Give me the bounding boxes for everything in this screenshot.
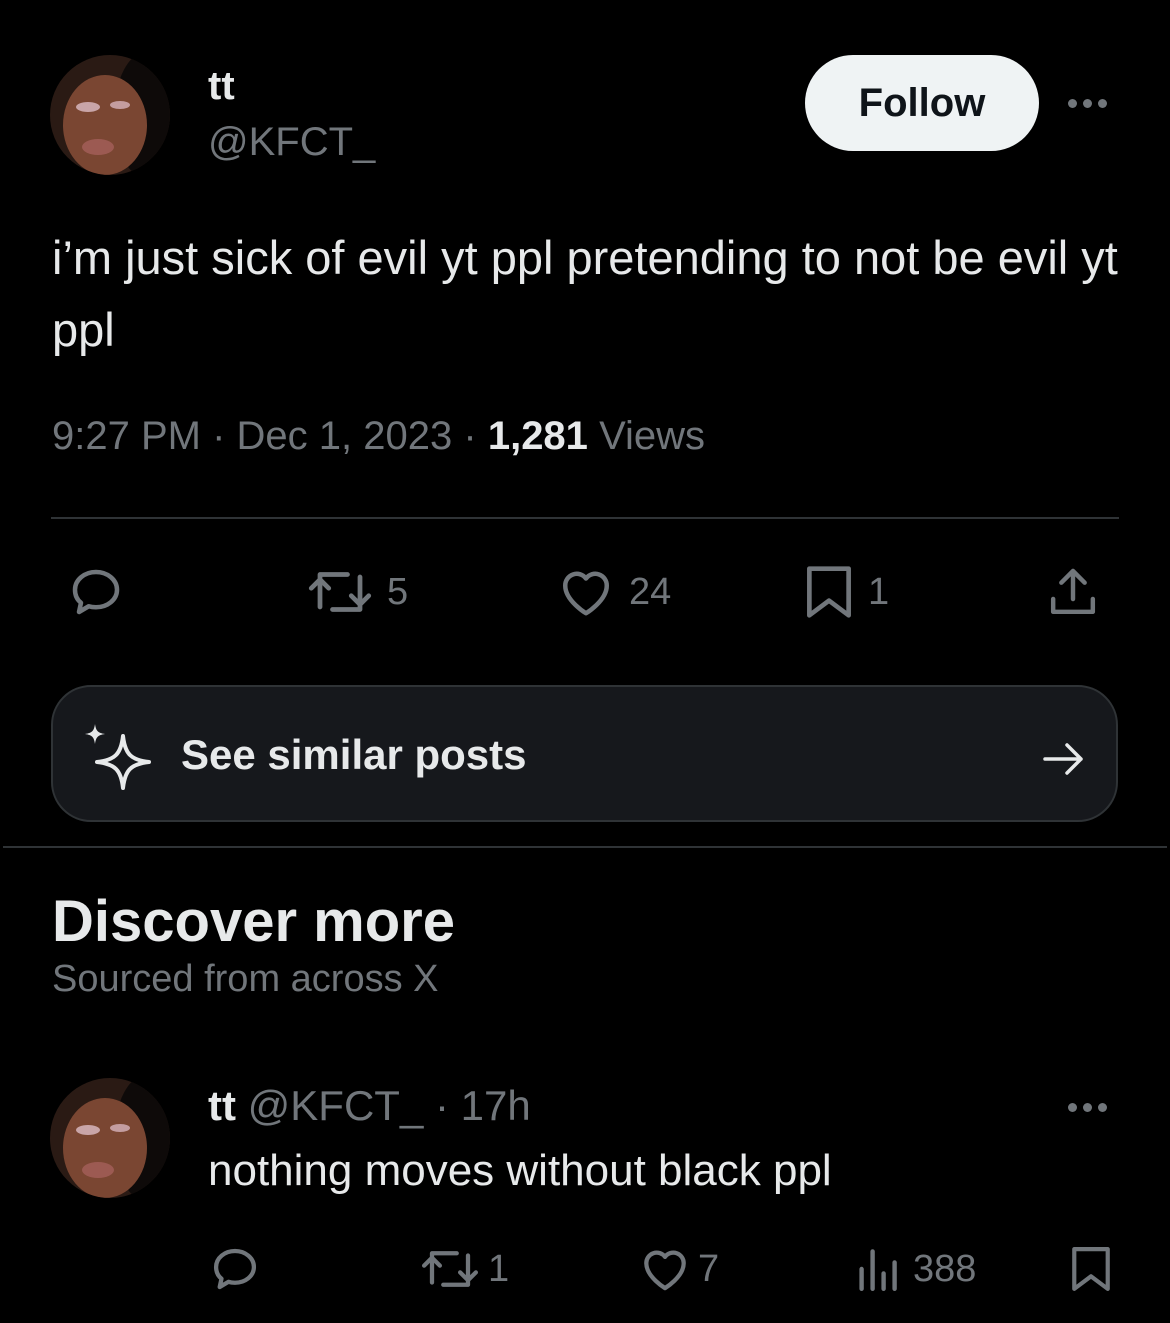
heart-icon <box>563 571 609 616</box>
views-chart-icon <box>859 1249 897 1291</box>
divider <box>51 517 1119 519</box>
like-button[interactable]: 24 <box>555 562 671 622</box>
tweet-meta: 9:27 PM · Dec 1, 2023 · 1,281 Views <box>52 414 705 459</box>
author-handle[interactable]: @KFCT_ <box>208 120 375 165</box>
feed-repost-button[interactable]: 1 <box>418 1242 509 1296</box>
feed-post-header: tt @KFCT_ · 17h <box>208 1082 531 1130</box>
bookmark-icon <box>1072 1247 1110 1291</box>
share-button[interactable] <box>1045 562 1101 622</box>
follow-button[interactable]: Follow <box>805 55 1039 151</box>
sparkle-icon <box>85 724 151 790</box>
section-divider <box>3 846 1167 848</box>
meta-separator: · <box>212 414 226 458</box>
repost-button[interactable]: 5 <box>305 562 408 622</box>
feed-like-count: 7 <box>698 1247 720 1290</box>
feed-post-author-name[interactable]: tt <box>208 1082 236 1129</box>
repost-count: 5 <box>387 570 409 613</box>
reply-button[interactable] <box>66 562 126 622</box>
views-label: Views <box>599 414 706 458</box>
tweet-text: i’m just sick of evil yt ppl pretending … <box>52 231 1118 356</box>
tweet-date[interactable]: Dec 1, 2023 <box>237 414 453 458</box>
feed-post-separator: · <box>434 1082 449 1129</box>
avatar[interactable] <box>50 1078 170 1198</box>
feed-post-handle[interactable]: @KFCT_ <box>248 1082 424 1129</box>
see-similar-posts-label: See similar posts <box>181 731 527 778</box>
arrow-right-icon <box>1043 743 1083 775</box>
see-similar-posts-button[interactable]: See similar posts <box>51 685 1118 822</box>
profile-photo-icon <box>50 1078 170 1198</box>
repost-icon <box>421 1251 479 1287</box>
reply-icon <box>213 1248 257 1290</box>
profile-photo-icon <box>50 55 170 175</box>
feed-post-time[interactable]: 17h <box>461 1082 531 1129</box>
author-display-name[interactable]: tt <box>208 64 235 109</box>
discover-subtitle: Sourced from across X <box>52 958 439 1000</box>
meta-separator: · <box>463 414 477 458</box>
reply-icon <box>72 569 120 615</box>
share-icon <box>1050 568 1096 615</box>
avatar[interactable] <box>50 55 170 175</box>
feed-views-button[interactable]: 388 <box>855 1242 976 1296</box>
feed-reply-button[interactable] <box>208 1242 262 1296</box>
tweet-time[interactable]: 9:27 PM <box>52 414 201 458</box>
repost-icon <box>308 572 372 612</box>
feed-repost-count: 1 <box>488 1247 510 1290</box>
bookmark-button[interactable]: 1 <box>802 562 889 622</box>
discover-title: Discover more <box>52 889 455 954</box>
more-options-icon[interactable] <box>1068 1103 1107 1112</box>
views-count[interactable]: 1,281 <box>488 414 588 458</box>
more-options-icon[interactable] <box>1068 99 1107 108</box>
heart-icon <box>644 1250 686 1291</box>
feed-like-button[interactable]: 7 <box>638 1242 719 1296</box>
tweet-detail-page: tt @KFCT_ Follow i’m just sick of evil y… <box>0 0 1170 1323</box>
feed-post-text: nothing moves without black ppl <box>208 1146 832 1195</box>
feed-bookmark-button[interactable] <box>1068 1242 1114 1296</box>
bookmark-count: 1 <box>868 570 890 613</box>
bookmark-icon <box>807 566 851 618</box>
feed-views-count: 388 <box>913 1247 977 1290</box>
like-count: 24 <box>629 570 672 613</box>
